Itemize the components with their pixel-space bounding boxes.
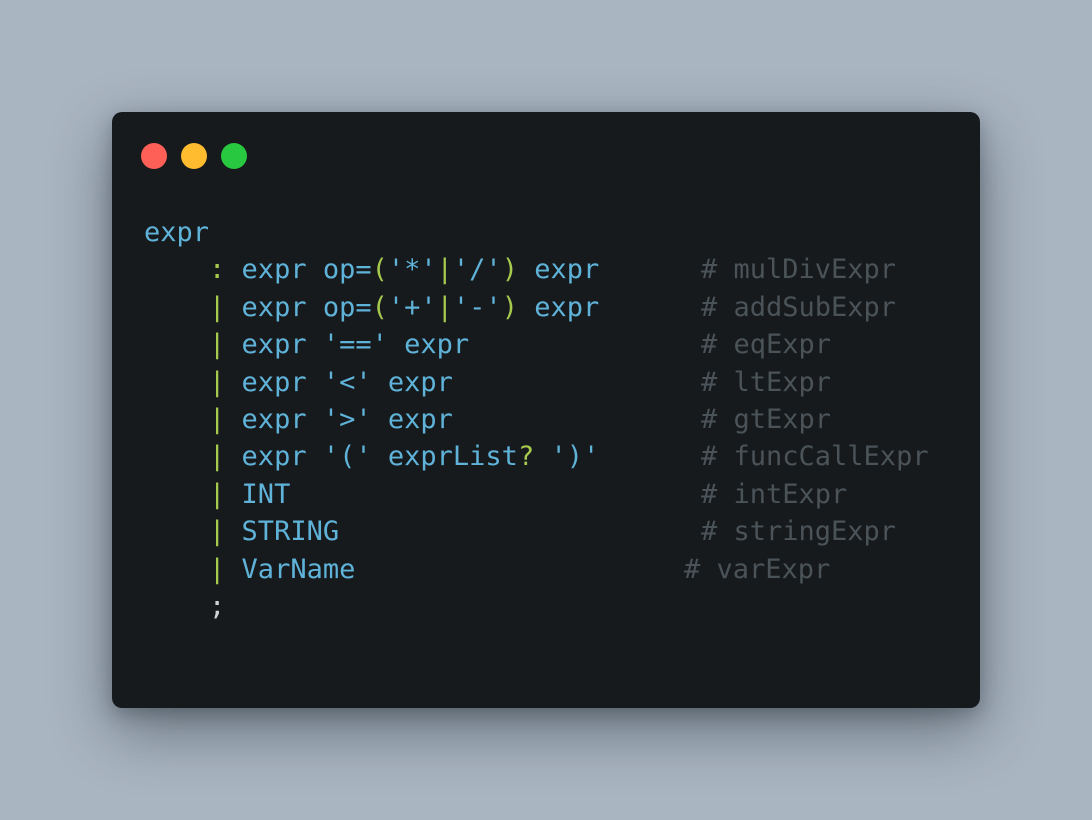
token-kw: ( xyxy=(371,291,388,323)
token-ws xyxy=(144,292,209,323)
token-kw: ? xyxy=(517,441,535,473)
code-line: | INT # intExpr xyxy=(144,476,847,513)
code-comment: # ltExpr xyxy=(701,366,832,398)
token-kw: | xyxy=(436,254,453,286)
token-kw: | xyxy=(209,441,226,473)
token-kw: | xyxy=(209,516,226,548)
token-kw: ( xyxy=(371,254,388,286)
code-comment: # addSubExpr xyxy=(701,291,897,323)
token-lit: '+' xyxy=(387,291,437,323)
token-ident: expr xyxy=(225,329,323,361)
token-ident: expr xyxy=(225,441,323,473)
token-kw: : xyxy=(209,254,226,286)
code-comment: # stringExpr xyxy=(701,516,897,548)
token-ident: expr xyxy=(387,329,470,361)
token-ws xyxy=(144,254,209,285)
token-lit: '*' xyxy=(387,254,437,286)
token-ws xyxy=(144,329,209,360)
maximize-button[interactable] xyxy=(221,143,247,169)
code-line: | expr '==' expr # eqExpr xyxy=(144,326,831,363)
token-lit: '-' xyxy=(452,291,502,323)
code-block: expr : expr op=('*'|'/') expr # mulDivExp… xyxy=(144,214,929,625)
code-comment: # intExpr xyxy=(701,478,848,510)
token-punct: ; xyxy=(209,590,226,622)
code-line: ; xyxy=(144,588,599,625)
token-kw: | xyxy=(209,478,226,510)
token-kw: | xyxy=(436,291,453,323)
token-ident: VarName xyxy=(225,553,356,585)
code-comment: # gtExpr xyxy=(701,403,832,435)
code-comment: # mulDivExpr xyxy=(701,254,897,286)
code-line: | expr '>' expr # gtExpr xyxy=(144,401,831,438)
token-ident: INT xyxy=(225,478,291,510)
token-lit: '<' xyxy=(322,366,372,398)
token-ident: expr xyxy=(371,403,453,435)
token-kw: | xyxy=(209,291,226,323)
token-ident: exprList xyxy=(371,441,518,473)
window-controls xyxy=(141,143,247,169)
token-ws xyxy=(144,479,209,510)
token-ws xyxy=(144,591,209,622)
token-ident: expr xyxy=(225,403,323,435)
token-ident: expr op= xyxy=(225,254,372,286)
token-lit: '>' xyxy=(322,403,372,435)
token-kw: | xyxy=(209,553,226,585)
token-ws xyxy=(144,404,209,435)
code-window: expr : expr op=('*'|'/') expr # mulDivExp… xyxy=(112,112,980,708)
token-ident: STRING xyxy=(225,516,340,548)
code-line: | expr '<' expr # ltExpr xyxy=(144,364,831,401)
code-line: | VarName # varExpr xyxy=(144,551,830,588)
code-line: | expr '(' exprList? ')' # funcCallExpr xyxy=(144,438,929,475)
token-ident: expr xyxy=(517,291,600,323)
token-ident xyxy=(534,441,550,472)
code-comment: # eqExpr xyxy=(701,329,832,361)
token-ident: expr xyxy=(144,217,210,248)
close-button[interactable] xyxy=(141,143,167,169)
token-ws xyxy=(144,367,209,398)
token-ws xyxy=(144,554,209,585)
code-line: expr xyxy=(144,214,599,251)
code-comment: # funcCallExpr xyxy=(701,441,929,473)
token-ident: expr xyxy=(371,366,453,398)
token-kw: ) xyxy=(501,254,518,286)
token-kw: | xyxy=(209,403,226,435)
token-lit: ')' xyxy=(550,441,600,473)
token-kw: | xyxy=(209,329,226,361)
token-kw: | xyxy=(209,366,226,398)
token-kw: ) xyxy=(501,291,518,323)
code-comment: # varExpr xyxy=(684,553,831,585)
code-line: : expr op=('*'|'/') expr # mulDivExpr xyxy=(144,251,896,288)
token-ident: expr op= xyxy=(225,291,372,323)
token-ws xyxy=(144,441,209,472)
code-line: | expr op=('+'|'-') expr # addSubExpr xyxy=(144,289,896,326)
token-ident: expr xyxy=(517,254,600,286)
token-ident: expr xyxy=(225,366,323,398)
code-line: | STRING # stringExpr xyxy=(144,513,896,550)
token-lit: '/' xyxy=(452,254,502,286)
token-lit: '==' xyxy=(322,329,388,361)
token-lit: '(' xyxy=(322,441,372,473)
minimize-button[interactable] xyxy=(181,143,207,169)
token-ws xyxy=(144,516,209,547)
